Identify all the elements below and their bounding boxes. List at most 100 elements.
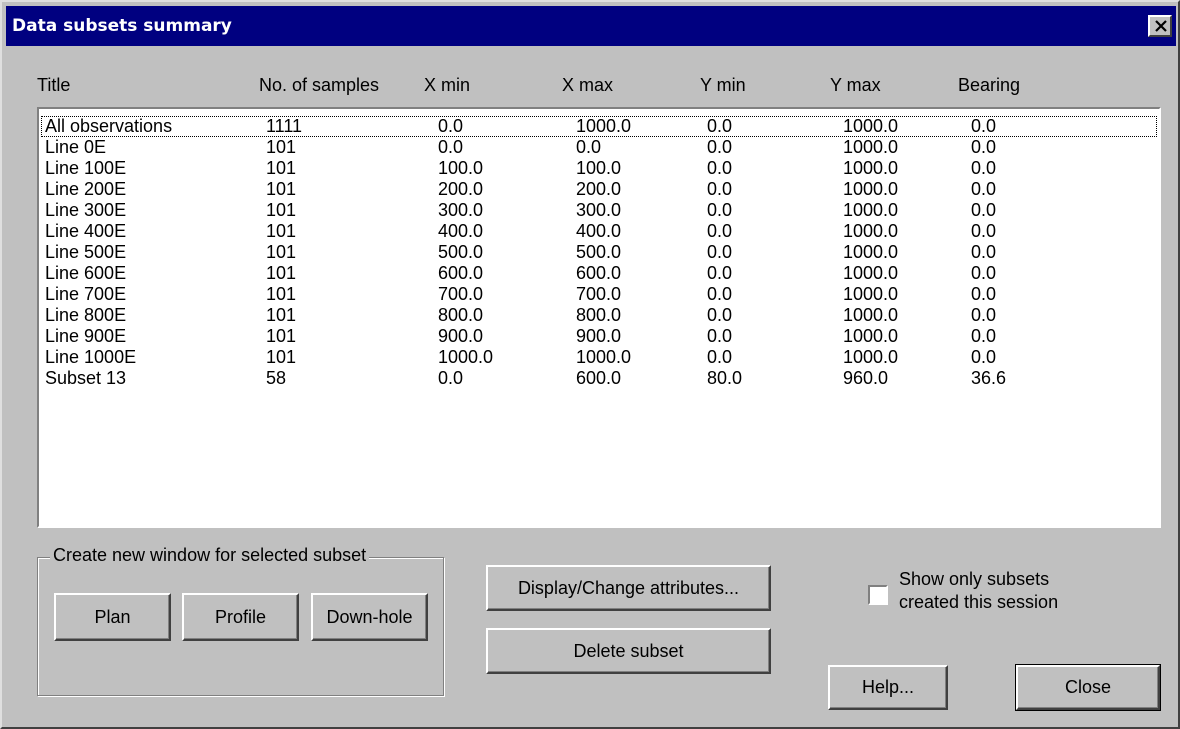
title-bar[interactable]: Data subsets summary (6, 6, 1176, 46)
cell-ymax: 1000.0 (843, 200, 899, 220)
table-row[interactable]: Line 500E 101 500.0 500.0 0.0 1000.0 0.0 (41, 242, 1157, 263)
cell-samples: 58 (266, 368, 287, 388)
cell-ymin: 0.0 (707, 263, 733, 283)
cell-ymax: 1000.0 (843, 326, 899, 346)
cell-bearing: 0.0 (971, 347, 997, 367)
cell-title: Line 300E (45, 200, 127, 220)
cell-samples: 101 (266, 263, 297, 283)
cell-title: Line 700E (45, 284, 127, 304)
cell-title: Line 800E (45, 305, 127, 325)
table-row[interactable]: Line 600E 101 600.0 600.0 0.0 1000.0 0.0 (41, 263, 1157, 284)
cell-xmin: 0.0 (438, 137, 464, 157)
cell-ymax: 960.0 (843, 368, 889, 388)
cell-bearing: 36.6 (971, 368, 1007, 388)
cell-ymin: 0.0 (707, 221, 733, 241)
column-header-xmax: X max (562, 75, 614, 95)
cell-xmin: 900.0 (438, 326, 484, 346)
plan-button[interactable]: Plan (54, 593, 171, 641)
close-window-button[interactable] (1148, 15, 1172, 37)
profile-button[interactable]: Profile (182, 593, 299, 641)
cell-xmax: 600.0 (576, 368, 622, 388)
cell-ymax: 1000.0 (843, 263, 899, 283)
cell-samples: 101 (266, 326, 297, 346)
cell-bearing: 0.0 (971, 221, 997, 241)
cell-xmax: 400.0 (576, 221, 622, 241)
cell-samples: 101 (266, 200, 297, 220)
cell-xmax: 0.0 (576, 137, 602, 157)
cell-xmin: 100.0 (438, 158, 484, 178)
cell-ymin: 0.0 (707, 326, 733, 346)
cell-xmin: 0.0 (438, 368, 464, 388)
cell-title: Line 500E (45, 242, 127, 262)
table-row[interactable]: Line 400E 101 400.0 400.0 0.0 1000.0 0.0 (41, 221, 1157, 242)
cell-ymax: 1000.0 (843, 242, 899, 262)
cell-bearing: 0.0 (971, 158, 997, 178)
table-row[interactable]: All observations 1111 0.0 1000.0 0.0 1000.0 0.… (41, 116, 1157, 137)
window-title: Data subsets summary (12, 16, 232, 36)
cell-xmax: 1000.0 (576, 347, 632, 367)
column-header-ymin: Y min (700, 75, 746, 95)
cell-ymin: 0.0 (707, 116, 733, 136)
cell-ymin: 0.0 (707, 137, 733, 157)
cell-xmin: 500.0 (438, 242, 484, 262)
cell-xmin: 1000.0 (438, 347, 494, 367)
cell-xmax: 800.0 (576, 305, 622, 325)
cell-ymin: 0.0 (707, 347, 733, 367)
checkbox-label-line-1: Show only subsets (899, 569, 1050, 589)
cell-bearing: 0.0 (971, 305, 997, 325)
table-row[interactable]: Line 200E 101 200.0 200.0 0.0 1000.0 0.0 (41, 179, 1157, 200)
cell-samples: 101 (266, 158, 297, 178)
cell-samples: 101 (266, 305, 297, 325)
table-row[interactable]: Line 0E 101 0.0 0.0 0.0 1000.0 0.0 (41, 137, 1157, 158)
cell-xmin: 600.0 (438, 263, 484, 283)
column-header-samples: No. of samples (259, 75, 380, 95)
cell-xmax: 900.0 (576, 326, 622, 346)
down-hole-button[interactable]: Down-hole (311, 593, 428, 641)
close-icon (1155, 20, 1167, 32)
cell-xmax: 700.0 (576, 284, 622, 304)
cell-ymin: 0.0 (707, 284, 733, 304)
cell-xmin: 0.0 (438, 116, 464, 136)
cell-samples: 101 (266, 221, 297, 241)
table-row[interactable]: Line 700E 101 700.0 700.0 0.0 1000.0 0.0 (41, 284, 1157, 305)
cell-title: Subset 13 (45, 368, 127, 388)
subsets-listbox[interactable]: All observations 1111 0.0 1000.0 0.0 1000.0 0.… (37, 107, 1161, 528)
cell-bearing: 0.0 (971, 242, 997, 262)
cell-xmin: 300.0 (438, 200, 484, 220)
help-button[interactable]: Help... (828, 665, 948, 710)
table-row[interactable]: Line 900E 101 900.0 900.0 0.0 1000.0 0.0 (41, 326, 1157, 347)
cell-ymax: 1000.0 (843, 347, 899, 367)
cell-ymin: 80.0 (707, 368, 743, 388)
cell-ymin: 0.0 (707, 158, 733, 178)
table-row[interactable]: Line 100E 101 100.0 100.0 0.0 1000.0 0.0 (41, 158, 1157, 179)
delete-subset-button[interactable]: Delete subset (486, 628, 771, 674)
cell-title: Line 400E (45, 221, 127, 241)
cell-samples: 101 (266, 179, 297, 199)
cell-xmax: 500.0 (576, 242, 622, 262)
cell-title: Line 1000E (45, 347, 137, 367)
cell-bearing: 0.0 (971, 116, 997, 136)
table-row[interactable]: Line 800E 101 800.0 800.0 0.0 1000.0 0.0 (41, 305, 1157, 326)
cell-bearing: 0.0 (971, 179, 997, 199)
cell-xmin: 800.0 (438, 305, 484, 325)
show-session-subsets-checkbox[interactable] (868, 585, 888, 605)
cell-xmin: 400.0 (438, 221, 484, 241)
cell-xmax: 100.0 (576, 158, 622, 178)
cell-samples: 101 (266, 137, 297, 157)
cell-bearing: 0.0 (971, 200, 997, 220)
cell-ymin: 0.0 (707, 305, 733, 325)
display-change-attributes-button[interactable]: Display/Change attributes... (486, 565, 771, 611)
cell-ymax: 1000.0 (843, 305, 899, 325)
cell-ymin: 0.0 (707, 242, 733, 262)
cell-ymax: 1000.0 (843, 221, 899, 241)
table-row[interactable]: Line 1000E 101 1000.0 1000.0 0.0 1000.0 0.0 (41, 347, 1157, 368)
show-session-subsets-label[interactable]: Show only subsets created this session (899, 568, 1058, 614)
table-row[interactable]: Subset 13 58 0.0 600.0 80.0 960.0 36.6 (41, 368, 1157, 389)
cell-xmax: 200.0 (576, 179, 622, 199)
cell-bearing: 0.0 (971, 284, 997, 304)
cell-ymin: 0.0 (707, 179, 733, 199)
close-button[interactable]: Close (1015, 664, 1161, 711)
dialog-window: Data subsets summary Title No. of sample… (0, 0, 1180, 729)
cell-title: Line 0E (45, 137, 107, 157)
table-row[interactable]: Line 300E 101 300.0 300.0 0.0 1000.0 0.0 (41, 200, 1157, 221)
